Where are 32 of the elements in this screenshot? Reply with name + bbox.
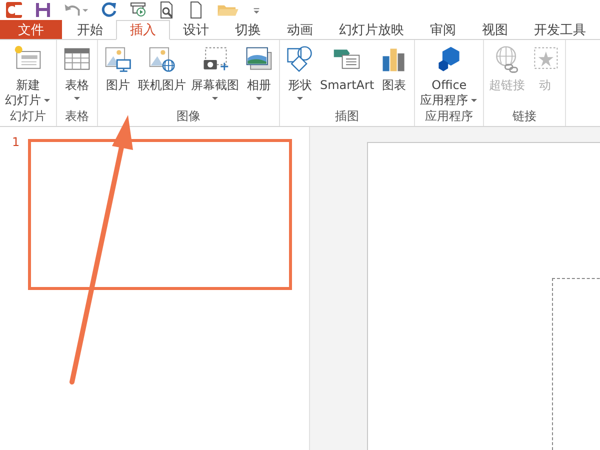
file-tab[interactable]: 文件: [0, 20, 62, 39]
ribbon-button[interactable]: 相册: [242, 44, 276, 108]
refresh-icon[interactable]: [99, 0, 119, 20]
group-label: 图像: [176, 108, 202, 125]
app-logo-icon[interactable]: [4, 0, 24, 20]
save-icon[interactable]: [33, 0, 53, 20]
ribbon-button[interactable]: 图片: [101, 44, 135, 108]
slide-number: 1: [12, 135, 20, 149]
ribbon-tab[interactable]: 幻灯片放映: [326, 20, 417, 39]
group-label: 幻灯片: [9, 108, 47, 125]
shapes-icon: [285, 44, 315, 74]
slide-thumbnail[interactable]: [28, 139, 292, 290]
group-label: 表格: [64, 108, 90, 125]
ribbon-button[interactable]: 形状: [283, 44, 317, 108]
ribbon-button[interactable]: 图表: [377, 44, 412, 108]
group-label: 链接: [512, 108, 538, 125]
ribbon-tab[interactable]: 开发工具: [521, 20, 599, 39]
ribbon-button[interactable]: 表格: [60, 44, 94, 108]
group-label: 应用程序: [424, 108, 474, 125]
ribbon-tab[interactable]: 插入: [116, 20, 170, 40]
ribbon-tab[interactable]: 视图: [469, 20, 521, 39]
ribbon-tab[interactable]: 动画: [274, 20, 326, 39]
ribbon-button[interactable]: 联机图片: [136, 44, 188, 108]
group-label: 插图: [334, 108, 360, 125]
ribbon-tab[interactable]: 设计: [170, 20, 222, 39]
ribbon-tab[interactable]: 开始: [64, 20, 116, 39]
ribbon-button[interactable]: 屏幕截图: [189, 44, 241, 108]
ribbon-tab[interactable]: 审阅: [417, 20, 469, 39]
ribbon-button[interactable]: Office 应用程序: [418, 44, 480, 108]
ribbon-tab[interactable]: 切换: [222, 20, 274, 39]
ribbon-button[interactable]: SmartArt: [318, 44, 376, 108]
ribbon-button[interactable]: 新建 幻灯片: [3, 44, 53, 108]
